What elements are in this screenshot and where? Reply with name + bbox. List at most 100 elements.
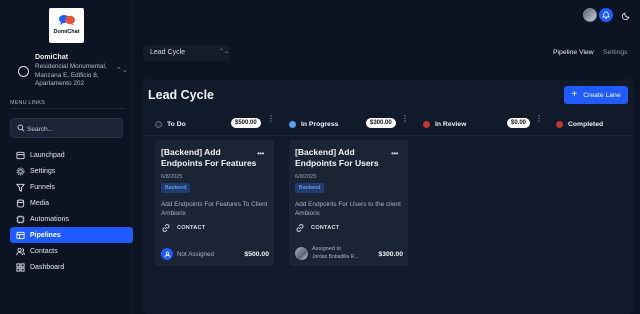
chat-bubbles-icon	[59, 15, 75, 26]
dashboard-icon	[16, 262, 25, 272]
sidebar-item-dashboard[interactable]: Dashboard	[10, 259, 133, 275]
lane-status-dot	[556, 121, 563, 128]
menu-heading: MENU LINKS	[10, 100, 45, 106]
card-price: $500.00	[244, 251, 269, 258]
sidebar-item-label: Dashboard	[30, 263, 65, 271]
workspace-name: DomiChat	[35, 54, 69, 61]
card-tag: Backend	[161, 183, 191, 193]
sidebar-item-media[interactable]: Media	[10, 195, 133, 211]
card-description: Add Endpoints For Users to the client Am…	[295, 201, 401, 217]
lane-status-dot	[155, 121, 162, 128]
more-horizontal-icon[interactable]: •••	[257, 149, 264, 158]
board-title: Lead Cycle	[148, 88, 215, 102]
link-icon	[296, 224, 304, 232]
compass-icon	[18, 66, 29, 77]
workspace-address: Residencial Monumental, Manzana E, Edifi…	[35, 63, 107, 88]
board-select[interactable]: Lead Cycle ⌃⌄	[143, 45, 230, 61]
moon-icon[interactable]	[619, 8, 633, 22]
chevron-up-down-icon: ⌃⌄	[116, 67, 128, 74]
sidebar: DomiChat DomiChat Residencial Monumental…	[0, 0, 133, 314]
lane-menu-icon[interactable]: ⋮	[401, 115, 409, 123]
create-lane-label: Create Lane	[583, 91, 621, 99]
tab-settings[interactable]: Settings	[603, 49, 628, 56]
gear-icon	[16, 167, 25, 176]
sidebar-item-pipelines[interactable]: Pipelines	[10, 227, 133, 243]
sidebar-item-label: Media	[30, 199, 50, 207]
lane-status-dot	[289, 121, 296, 128]
card-date: 6/8/2025	[161, 174, 183, 180]
card-contact-label: CONTACT	[311, 225, 340, 231]
workspace-switcher[interactable]: DomiChat Residencial Monumental, Manzana…	[12, 52, 128, 92]
media-icon	[16, 199, 25, 208]
lane-name: To Do	[167, 121, 186, 128]
lane-header-in-progress: In Progress	[289, 119, 338, 130]
card-price: $300.00	[378, 251, 403, 258]
divider	[10, 108, 125, 109]
sidebar-item-settings[interactable]: Settings	[10, 163, 133, 179]
pipeline-board: Lead Cycle + Create Lane To Do $500.00 ⋮…	[143, 79, 633, 314]
chevron-up-down-icon: ⌃⌄	[219, 49, 230, 55]
card-assignee: Jordan Bobadilla R...	[312, 254, 359, 260]
sidebar-item-automations[interactable]: Automations	[10, 211, 133, 227]
lane-header-todo: To Do	[155, 119, 186, 130]
lane-amount-badge: $500.00	[231, 118, 261, 128]
lane-name: In Progress	[301, 121, 339, 128]
create-lane-button[interactable]: + Create Lane	[564, 86, 628, 104]
sidebar-item-funnels[interactable]: Funnels	[10, 179, 133, 195]
card-title: [Backend] Add Endpoints For Features	[161, 147, 257, 168]
lane-amount-badge: $300.00	[366, 118, 396, 128]
lane-amount-badge: $0.00	[507, 118, 531, 128]
user-avatar[interactable]	[583, 8, 597, 22]
card-tag: Backend	[295, 183, 325, 193]
main-content: Lead Cycle ⌃⌄ Pipeline View Settings Lea…	[133, 30, 640, 314]
sidebar-item-label: Contacts	[30, 247, 58, 255]
search-input[interactable]	[27, 123, 117, 135]
sidebar-item-label: Funnels	[30, 183, 55, 191]
sidebar-item-contacts[interactable]: Contacts	[10, 243, 133, 259]
card-assignee: Not Assigned	[177, 251, 215, 258]
lane-header-in-review: In Review	[423, 119, 466, 130]
search-icon	[17, 124, 25, 132]
app-root: DomiChat DomiChat Residencial Monumental…	[0, 0, 640, 314]
automation-icon	[16, 214, 25, 224]
more-horizontal-icon[interactable]: •••	[391, 149, 398, 158]
link-icon	[162, 224, 170, 232]
user-icon	[161, 248, 173, 260]
lane-name: Completed	[568, 121, 604, 128]
card-description: Add Endpoints For Features To Client Amb…	[161, 201, 268, 217]
pipeline-card[interactable]: [Backend] Add Endpoints For Features •••…	[155, 140, 274, 266]
card-footer: Not Assigned $500.00	[161, 247, 271, 261]
assigned-to-label: Assigned to	[312, 246, 342, 252]
card-title: [Backend] Add Endpoints For Users	[295, 147, 379, 168]
bell-icon[interactable]	[599, 8, 613, 22]
plus-icon: +	[571, 89, 578, 100]
card-date: 6/8/2025	[295, 174, 317, 180]
contacts-icon	[16, 247, 25, 256]
card-footer: Assigned to Jordan Bobadilla R... $300.0…	[295, 246, 405, 261]
app-logo[interactable]: DomiChat	[49, 8, 84, 43]
pipeline-card[interactable]: [Backend] Add Endpoints For Users ••• 6/…	[289, 140, 408, 266]
divider	[143, 135, 633, 136]
lane-name: In Review	[435, 121, 467, 128]
sidebar-item-label: Settings	[30, 167, 56, 175]
logo-text: DomiChat	[53, 29, 80, 35]
pipeline-icon	[16, 231, 25, 240]
card-contact-link[interactable]: CONTACT	[295, 223, 339, 233]
funnel-icon	[16, 183, 25, 192]
tab-pipeline-view[interactable]: Pipeline View	[553, 49, 594, 56]
lane-menu-icon[interactable]: ⋮	[535, 115, 543, 123]
sidebar-item-label: Launchpad	[30, 151, 65, 159]
sidebar-item-launchpad[interactable]: Launchpad	[10, 147, 133, 163]
lane-status-dot	[423, 121, 430, 128]
card-contact-link[interactable]: CONTACT	[161, 223, 205, 233]
sidebar-search[interactable]	[10, 118, 123, 138]
board-select-value: Lead Cycle	[150, 49, 186, 56]
lane-menu-icon[interactable]: ⋮	[267, 115, 275, 123]
sidebar-item-label: Automations	[30, 215, 69, 223]
launchpad-icon	[16, 151, 25, 160]
sidebar-nav: Launchpad Settings Funnels Media Automat…	[10, 147, 133, 275]
card-contact-label: CONTACT	[177, 225, 206, 231]
sidebar-item-label: Pipelines	[30, 231, 61, 239]
assignee-avatar	[295, 247, 308, 260]
lane-header-completed: Completed	[556, 119, 603, 130]
